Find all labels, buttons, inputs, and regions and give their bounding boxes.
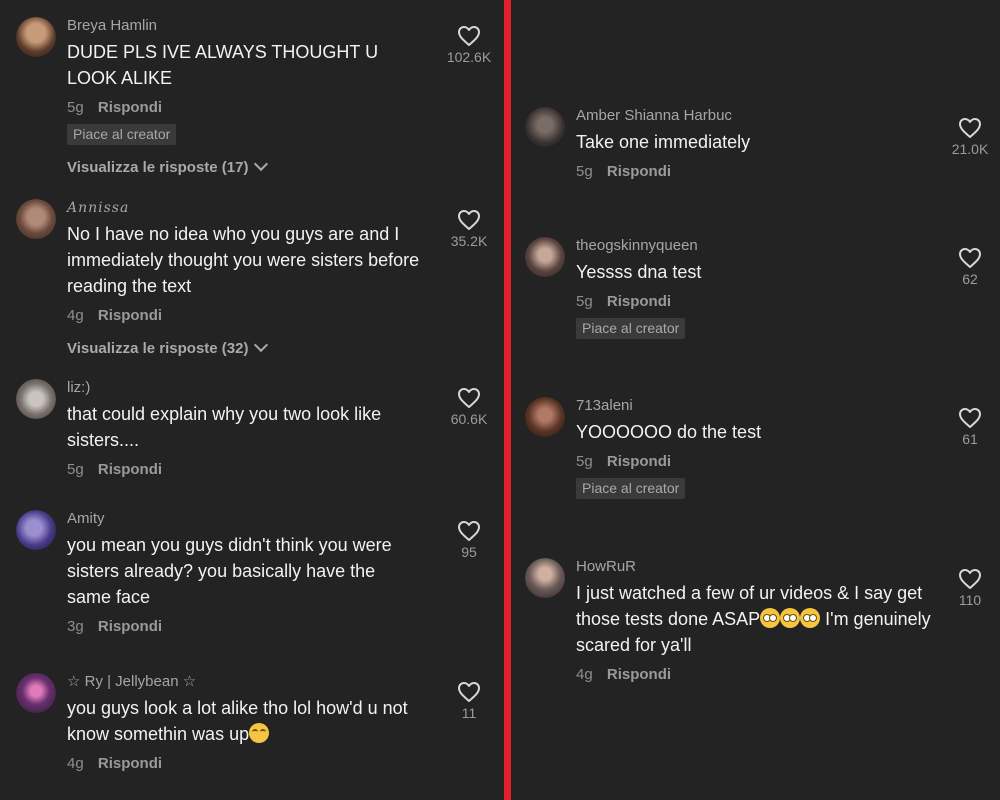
comment-username[interactable]: Amber Shianna Harbuc (576, 107, 936, 125)
panel-divider (504, 0, 511, 800)
comment-text: I just watched a few of ur videos & I sa… (576, 580, 944, 658)
comment-text: Take one immediately (576, 132, 751, 152)
comment-text: DUDE PLS IVE ALWAYS THOUGHT U LOOK ALIKE (67, 42, 379, 88)
view-replies-label: Visualizza le risposte (17) (67, 159, 249, 176)
like-count: 11 (461, 705, 477, 721)
heart-icon (458, 26, 480, 46)
comment-age: 3g (67, 618, 84, 635)
comment-meta: 4g Rispondi (576, 665, 944, 685)
comment-text: you guys look a lot alike tho lol how'd … (67, 695, 437, 747)
like-button[interactable]: 21.0K (940, 117, 1000, 157)
like-button[interactable]: 61 (940, 407, 1000, 447)
chevron-down-icon (254, 337, 269, 353)
comment-meta: 5g Rispondi (67, 460, 427, 480)
left-comment-panel: Breya Hamlin DUDE PLS IVE ALWAYS THOUGHT… (0, 0, 504, 800)
like-count: 62 (962, 271, 978, 287)
heart-icon (458, 210, 480, 230)
creator-liked-badge: Piace al creator (576, 318, 686, 339)
reply-button[interactable]: Rispondi (607, 163, 671, 180)
reply-button[interactable]: Rispondi (98, 461, 162, 478)
reply-button[interactable]: Rispondi (98, 618, 162, 635)
comment-text-content: you guys look a lot alike tho lol how'd … (67, 698, 408, 744)
heart-icon (959, 569, 981, 589)
comment-text: YOOOOOO do the test (576, 422, 762, 442)
comment-username[interactable]: theogskinnyqueen (576, 237, 936, 255)
view-replies-button[interactable]: Visualizza le risposte (32) (67, 337, 427, 357)
comment-meta: 5g Rispondi (576, 292, 936, 312)
flushed-emoji-icon (760, 608, 781, 628)
avatar[interactable] (525, 558, 565, 598)
like-count: 102.6K (446, 49, 492, 65)
reply-button[interactable]: Rispondi (607, 666, 671, 683)
comment-text: you mean you guys didn't think you were … (67, 535, 392, 607)
like-button[interactable]: 102.6K (439, 25, 499, 65)
comment-meta: 4g Rispondi (67, 754, 427, 774)
heart-icon (458, 682, 480, 702)
comment-meta: 4g Rispondi (67, 306, 427, 326)
like-button[interactable]: 11 (439, 681, 499, 721)
reply-button[interactable]: Rispondi (607, 293, 671, 310)
heart-icon (458, 521, 480, 541)
comment-age: 5g (67, 461, 84, 478)
comment-age: 4g (67, 307, 84, 324)
comment-username[interactable]: 713aleni (576, 397, 936, 415)
like-count: 21.0K (951, 141, 989, 157)
comment-meta: 5g Rispondi (576, 162, 936, 182)
laughing-emoji-icon (249, 723, 270, 743)
avatar[interactable] (16, 673, 56, 713)
comment-age: 4g (67, 755, 84, 772)
avatar[interactable] (16, 510, 56, 550)
comment-username[interactable]: ☆ Ry | Jellybean ☆ (67, 673, 427, 691)
comment-age: 5g (576, 293, 593, 310)
like-button[interactable]: 95 (439, 520, 499, 560)
comment-text: that could explain why you two look like… (67, 404, 382, 450)
comment-username[interactable]: Amity (67, 510, 427, 528)
right-comment-panel: Amber Shianna Harbuc Take one immediatel… (511, 0, 1000, 800)
comment-age: 5g (67, 99, 84, 116)
heart-icon (458, 388, 480, 408)
avatar[interactable] (16, 199, 56, 239)
like-count: 110 (958, 592, 982, 608)
comment-age: 5g (576, 163, 593, 180)
avatar[interactable] (525, 107, 565, 147)
creator-liked-badge: Piace al creator (576, 478, 686, 499)
comment-age: 5g (576, 453, 593, 470)
comment-text: No I have no idea who you guys are and I… (67, 224, 420, 296)
comment-username[interactable]: HowRuR (576, 558, 944, 576)
view-replies-button[interactable]: Visualizza le risposte (17) (67, 156, 427, 176)
flushed-emoji-icon (780, 608, 801, 628)
avatar[interactable] (525, 237, 565, 277)
reply-button[interactable]: Rispondi (607, 453, 671, 470)
like-button[interactable]: 62 (940, 247, 1000, 287)
creator-liked-badge: Piace al creator (67, 124, 177, 145)
reply-button[interactable]: Rispondi (98, 755, 162, 772)
flushed-emoji-icon (800, 608, 821, 628)
comment-username[interactable]: Breya Hamlin (67, 17, 427, 35)
heart-icon (959, 408, 981, 428)
heart-icon (959, 118, 981, 138)
comment-username[interactable]: Annissa (67, 199, 427, 217)
like-button[interactable]: 110 (940, 568, 1000, 608)
like-count: 35.2K (450, 233, 488, 249)
reply-button[interactable]: Rispondi (98, 99, 162, 116)
like-button[interactable]: 60.6K (439, 387, 499, 427)
comment-meta: 3g Rispondi (67, 617, 427, 637)
comment-text: Yessss dna test (576, 262, 702, 282)
avatar[interactable] (525, 397, 565, 437)
like-count: 95 (461, 544, 477, 560)
chevron-down-icon (254, 156, 269, 172)
avatar[interactable] (16, 17, 56, 57)
comment-age: 4g (576, 666, 593, 683)
like-button[interactable]: 35.2K (439, 209, 499, 249)
comment-meta: 5g Rispondi (576, 452, 936, 472)
view-replies-label: Visualizza le risposte (32) (67, 340, 249, 357)
comment-username[interactable]: liz:) (67, 379, 427, 397)
avatar[interactable] (16, 379, 56, 419)
like-count: 61 (962, 431, 978, 447)
heart-icon (959, 248, 981, 268)
like-count: 60.6K (450, 411, 488, 427)
comment-meta: 5g Rispondi (67, 98, 427, 118)
reply-button[interactable]: Rispondi (98, 307, 162, 324)
